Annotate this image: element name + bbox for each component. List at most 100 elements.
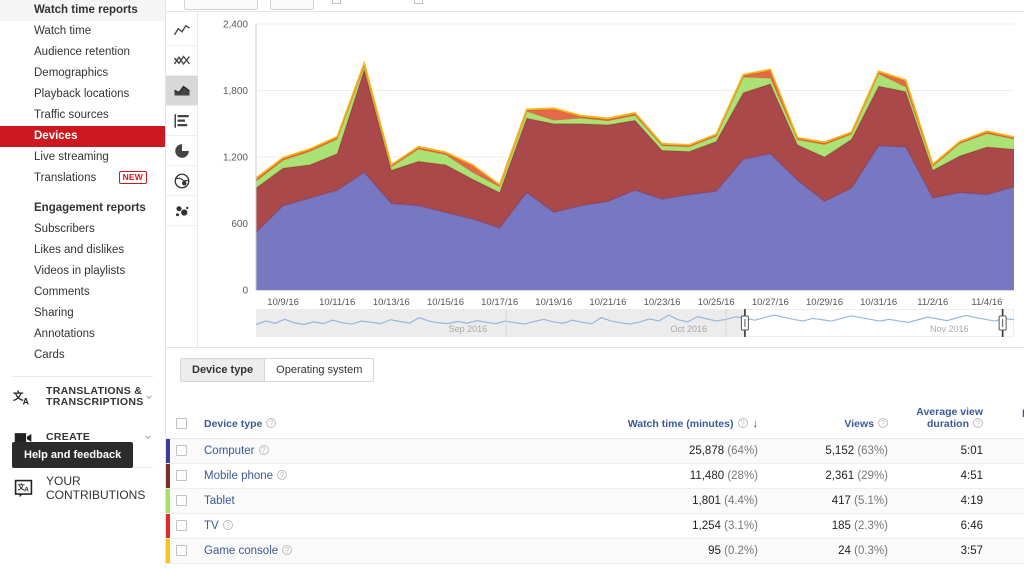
sidebar: Watch time reports Watch time Audience ret… xyxy=(0,0,166,568)
metric-checkbox-2[interactable] xyxy=(414,0,423,4)
avg-view-duration-cell: 4:51 xyxy=(896,463,991,489)
chevron-down-icon[interactable] xyxy=(143,432,153,442)
table-row[interactable]: Tablet1,801 (4.4%)417 (5.1%)4:1927% xyxy=(166,488,1024,514)
sidebar-item-traffic-sources[interactable]: Traffic sources xyxy=(0,105,165,126)
sort-arrow-icon[interactable]: ↓ xyxy=(753,418,759,430)
sidebar-item-devices[interactable]: Devices xyxy=(0,126,165,147)
device-name-cell: Tablet xyxy=(196,488,496,514)
tab-device-type[interactable]: Device type xyxy=(180,358,266,382)
sidebar-item-watch-time-reports[interactable]: Watch time reports xyxy=(0,0,165,21)
table-row[interactable]: Unknown14 (0.0%)7 (0.1%)2:026.4% xyxy=(166,563,1024,568)
device-name-cell: Game console? xyxy=(196,538,496,564)
row-checkbox[interactable] xyxy=(175,520,187,531)
svg-text:A: A xyxy=(24,486,29,493)
table-row[interactable]: TV?1,254 (3.1%)185 (2.3%)6:4645% xyxy=(166,513,1024,539)
views-cell: 24 (0.3%) xyxy=(766,538,896,564)
avg-view-duration-cell-value: 4:51 xyxy=(960,470,983,482)
info-icon[interactable]: ? xyxy=(973,418,983,428)
sidebar-item-cards[interactable]: Cards xyxy=(0,345,165,366)
date-range-button[interactable] xyxy=(184,0,258,10)
row-checkbox[interactable] xyxy=(175,545,187,556)
pie-chart-icon[interactable] xyxy=(166,136,198,166)
sidebar-section-translations[interactable]: 文 A TRANSLATIONS & TRANSCRIPTIONS xyxy=(0,377,165,417)
row-checkbox[interactable] xyxy=(175,470,187,481)
views-cell-percent: (0.3%) xyxy=(850,545,888,557)
sidebar-item-label: Comments xyxy=(34,286,90,298)
geo-map-icon[interactable] xyxy=(166,166,198,196)
device-name-link[interactable]: Computer xyxy=(204,445,255,457)
main-content: 0 600 1,200 1,800 2,400 10/9/16 10/11/16 10/13/… xyxy=(166,0,1024,568)
views-cell-value: 417 xyxy=(831,495,851,507)
multi-line-chart-icon[interactable] xyxy=(166,46,198,76)
watch-time-cell-value: 1,801 xyxy=(692,495,721,507)
row-checkbox[interactable] xyxy=(175,445,187,456)
chevron-down-icon[interactable] xyxy=(144,392,154,402)
table-row[interactable]: Computer?25,878 (64%)5,152 (63%)5:0124% xyxy=(166,438,1024,464)
sidebar-item-playback-locations[interactable]: Playback locations xyxy=(0,84,165,105)
sidebar-item-demographics[interactable]: Demographics xyxy=(0,63,165,84)
watch-time-cell-value: 1,254 xyxy=(692,520,721,532)
sidebar-item-label: Engagement reports xyxy=(34,202,146,214)
avg-view-duration-cell: 6:46 xyxy=(896,513,991,539)
bubble-chart-icon[interactable] xyxy=(166,196,198,226)
header-avg-view-duration-label: Average view duration xyxy=(916,406,983,430)
area-chart-icon[interactable] xyxy=(166,76,198,106)
device-name-link[interactable]: TV xyxy=(204,520,219,532)
device-table-block: Device type Operating system Device type… xyxy=(166,348,1024,568)
sidebar-item-label: Playback locations xyxy=(34,88,130,100)
sidebar-item-videos-in-playlists[interactable]: Videos in playlists xyxy=(0,261,165,282)
info-icon[interactable]: ? xyxy=(277,470,288,480)
info-icon[interactable]: ? xyxy=(878,418,888,428)
sidebar-item-comments[interactable]: Comments xyxy=(0,282,165,303)
avg-view-duration-cell-value: 6:46 xyxy=(960,520,983,532)
sidebar-item-label: Sharing xyxy=(34,307,74,319)
device-name-link[interactable]: Mobile phone xyxy=(204,470,273,482)
stacked-area-plot[interactable]: 0 600 1,200 1,800 2,400 10/9/16 10/11/16 10/13/… xyxy=(198,16,1024,316)
info-icon[interactable]: ? xyxy=(282,545,293,555)
sidebar-item-translations[interactable]: Translations NEW xyxy=(0,168,165,189)
header-avg-percentage-viewed[interactable]: Average percentage viewed? xyxy=(991,390,1024,439)
sidebar-item-label: Traffic sources xyxy=(34,109,109,121)
series-color-swatch xyxy=(166,539,170,563)
select-all-checkbox[interactable] xyxy=(175,418,187,429)
watch-time-cell-percent: (0.2%) xyxy=(720,545,758,557)
device-name-link[interactable]: Tablet xyxy=(204,495,235,507)
watch-time-cell: 11,480 (28%) xyxy=(496,463,766,489)
sidebar-item-subscribers[interactable]: Subscribers xyxy=(0,219,165,240)
device-name-link[interactable]: Game console xyxy=(204,545,278,557)
sidebar-item-label: Live streaming xyxy=(34,151,109,163)
sidebar-item-label: Watch time reports xyxy=(34,4,138,16)
info-icon[interactable]: ? xyxy=(737,418,748,428)
avg-percentage-viewed-cell: 59% xyxy=(991,538,1024,564)
header-device-type[interactable]: Device type? xyxy=(196,390,496,439)
bar-chart-icon[interactable] xyxy=(166,106,198,136)
sidebar-item-engagement-reports[interactable]: Engagement reports xyxy=(0,198,165,219)
chart-zone: 0 600 1,200 1,800 2,400 10/9/16 10/11/16 10/13/… xyxy=(166,12,1024,348)
info-icon[interactable]: ? xyxy=(266,418,277,428)
header-avg-view-duration[interactable]: Average view duration? xyxy=(896,390,991,439)
sidebar-item-your-contributions[interactable]: 文 A YOUR CONTRIBUTIONS xyxy=(0,468,165,508)
sidebar-item-watch-time[interactable]: Watch time xyxy=(0,21,165,42)
watch-time-cell-value: 95 xyxy=(708,545,721,557)
timeline-scrubber[interactable]: Sep 2016 Oct 2016 Nov 2016 xyxy=(256,309,1014,337)
help-and-feedback-button[interactable]: Help and feedback xyxy=(12,442,134,468)
table-row[interactable]: Game console?95 (0.2%)24 (0.3%)3:5759% xyxy=(166,538,1024,564)
sidebar-item-annotations[interactable]: Annotations xyxy=(0,324,165,345)
compare-button[interactable] xyxy=(270,0,314,10)
table-row[interactable]: Mobile phone? 11,480 (28%) 2,361 (29%) 4:51… xyxy=(166,463,1024,489)
metric-checkbox-1[interactable] xyxy=(332,0,341,4)
row-checkbox[interactable] xyxy=(175,495,187,506)
sidebar-item-audience-retention[interactable]: Audience retention xyxy=(0,42,165,63)
new-badge: NEW xyxy=(118,171,147,184)
header-watch-time[interactable]: Watch time (minutes)? ↓ xyxy=(496,390,766,439)
sidebar-item-sharing[interactable]: Sharing xyxy=(0,303,165,324)
info-icon[interactable]: ? xyxy=(258,445,269,455)
header-views[interactable]: Views? xyxy=(766,390,896,439)
sidebar-item-likes-and-dislikes[interactable]: Likes and dislikes xyxy=(0,240,165,261)
series-color-swatch xyxy=(166,439,170,463)
tab-operating-system[interactable]: Operating system xyxy=(265,358,375,382)
avg-view-duration-cell-value: 5:01 xyxy=(960,445,983,457)
info-icon[interactable]: ? xyxy=(222,520,233,530)
line-chart-icon[interactable] xyxy=(166,16,198,46)
sidebar-item-live-streaming[interactable]: Live streaming xyxy=(0,147,165,168)
